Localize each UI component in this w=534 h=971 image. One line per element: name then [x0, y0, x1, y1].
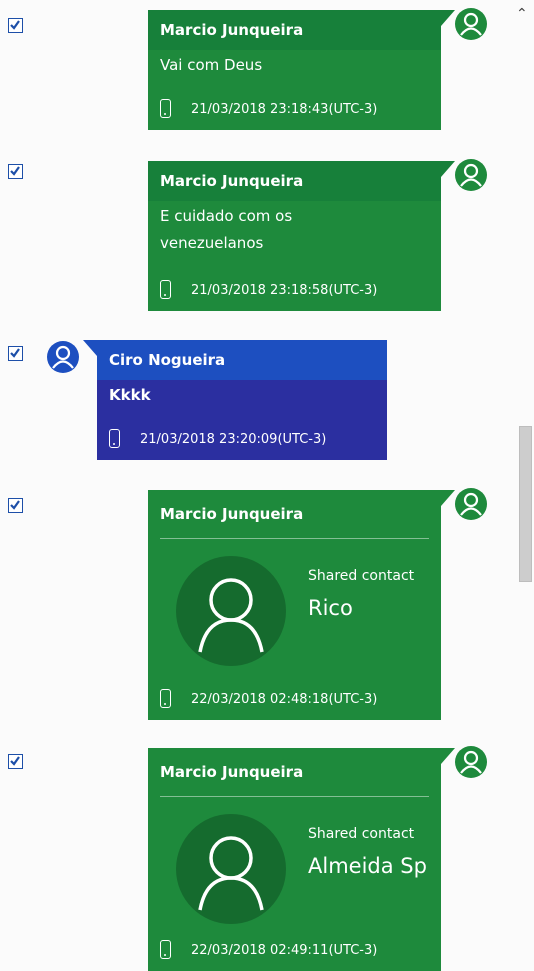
- bubble-tail: [441, 161, 455, 177]
- bubble-tail: [441, 748, 455, 764]
- message-footer: 22/03/2018 02:48:18(UTC-3): [160, 688, 377, 712]
- user-avatar-icon: [455, 8, 487, 40]
- message-select-checkbox[interactable]: [8, 164, 23, 179]
- shared-contact-name: Rico: [308, 596, 353, 620]
- message-timestamp: 21/03/2018 23:20:09(UTC-3): [140, 432, 327, 447]
- user-avatar-icon: [455, 159, 487, 191]
- message-footer: 21/03/2018 23:18:58(UTC-3): [160, 279, 377, 303]
- phone-icon: [160, 280, 171, 299]
- message-select-checkbox[interactable]: [8, 498, 23, 513]
- message-timestamp: 21/03/2018 23:18:58(UTC-3): [191, 283, 378, 298]
- shared-contact-bubble[interactable]: Marcio Junqueira Shared contact Rico 22/…: [148, 490, 441, 720]
- phone-icon: [109, 429, 120, 448]
- scroll-up-chevron-icon[interactable]: ⌃: [516, 6, 528, 22]
- message-footer: 21/03/2018 23:20:09(UTC-3): [109, 428, 326, 452]
- shared-contact-label: Shared contact: [308, 826, 415, 842]
- bubble-tail: [441, 490, 455, 506]
- scrollbar-thumb[interactable]: [519, 426, 532, 582]
- user-avatar-icon: [455, 488, 487, 520]
- checkmark-icon: [10, 20, 20, 30]
- message-sender: Marcio Junqueira: [160, 763, 304, 781]
- message-sender: Marcio Junqueira: [148, 10, 441, 50]
- message-select-checkbox[interactable]: [8, 754, 23, 769]
- message-text-line: venezuelanos: [160, 234, 264, 252]
- message-timestamp: 21/03/2018 23:18:43(UTC-3): [191, 102, 378, 117]
- bubble-tail: [441, 10, 455, 26]
- bubble-tail: [83, 340, 97, 356]
- phone-icon: [160, 689, 171, 708]
- message-sender: Ciro Nogueira: [97, 340, 387, 380]
- message-select-checkbox[interactable]: [8, 346, 23, 361]
- message-footer: 22/03/2018 02:49:11(UTC-3): [160, 939, 377, 963]
- message-bubble[interactable]: Marcio Junqueira E cuidado com os venezu…: [148, 161, 441, 311]
- message-bubble[interactable]: Marcio Junqueira Vai com Deus 21/03/2018…: [148, 10, 441, 130]
- phone-icon: [160, 940, 171, 959]
- checkmark-icon: [10, 166, 20, 176]
- shared-contact-name: Almeida Sp: [308, 854, 427, 878]
- message-select-checkbox[interactable]: [8, 18, 23, 33]
- message-text: Vai com Deus: [160, 56, 263, 74]
- contact-avatar-icon: [176, 556, 286, 666]
- message-text-line: E cuidado com os: [160, 207, 293, 225]
- message-timestamp: 22/03/2018 02:49:11(UTC-3): [191, 943, 378, 958]
- checkmark-icon: [10, 348, 20, 358]
- divider: [160, 796, 429, 797]
- shared-contact-label: Shared contact: [308, 568, 415, 584]
- message-timestamp: 22/03/2018 02:48:18(UTC-3): [191, 692, 378, 707]
- contact-avatar-icon: [176, 814, 286, 924]
- checkmark-icon: [10, 500, 20, 510]
- user-avatar-icon: [47, 341, 79, 373]
- checkmark-icon: [10, 756, 20, 766]
- message-sender: Marcio Junqueira: [160, 505, 304, 523]
- message-footer: 21/03/2018 23:18:43(UTC-3): [160, 98, 377, 122]
- phone-icon: [160, 99, 171, 118]
- message-bubble[interactable]: Ciro Nogueira Kkkk 21/03/2018 23:20:09(U…: [97, 340, 387, 460]
- divider: [160, 538, 429, 539]
- shared-contact-bubble[interactable]: Marcio Junqueira Shared contact Almeida …: [148, 748, 441, 971]
- message-text: E cuidado com os venezuelanos: [148, 201, 441, 257]
- user-avatar-icon: [455, 746, 487, 778]
- message-sender: Marcio Junqueira: [148, 161, 441, 201]
- message-text: Kkkk: [109, 386, 151, 404]
